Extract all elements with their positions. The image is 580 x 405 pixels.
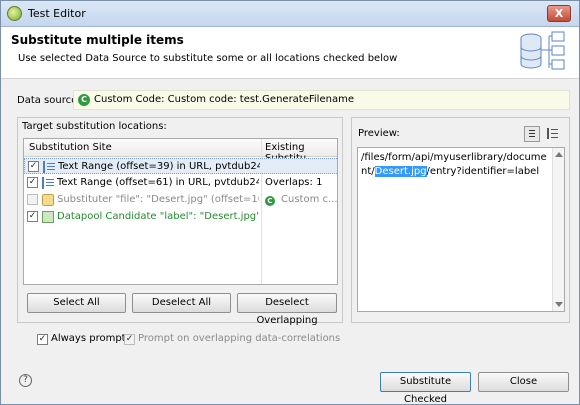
- deselect-overlapping-button[interactable]: Deselect Overlapping: [237, 293, 337, 326]
- prompt-overlapping-checkbox[interactable]: ✓: [124, 334, 135, 345]
- preview-label: Preview:: [358, 128, 400, 139]
- close-button[interactable]: Close: [478, 372, 569, 392]
- substitution-site-cell: Text Range (offset=39) in URL, pvtdub245…: [58, 161, 260, 172]
- help-icon[interactable]: ?: [19, 374, 32, 387]
- prompt-overlapping-label: Prompt on overlapping data-correlations: [138, 333, 341, 344]
- always-prompt-option[interactable]: ✓ Always prompt: [37, 333, 126, 347]
- preview-text-area[interactable]: /files/form/api/myuserlibrary/document/D…: [357, 147, 565, 312]
- datapool-icon: [42, 211, 54, 223]
- preview-highlight: Desert.jpg: [374, 166, 427, 177]
- row-checkbox[interactable]: [27, 194, 38, 205]
- existing-substitution-cell: C Custom c...: [265, 194, 337, 206]
- substitute-checked-button[interactable]: Substitute Checked: [380, 372, 471, 405]
- data-source-value: Custom Code: Custom code: test.GenerateF…: [94, 94, 354, 105]
- header-title: Substitute multiple items: [11, 33, 184, 47]
- app-icon: [7, 6, 22, 21]
- dialog-header: Substitute multiple items Use selected D…: [1, 27, 579, 79]
- data-source-label: Data source:: [17, 95, 81, 106]
- table-row[interactable]: ✓ Text Range (offset=39) in URL, pvtdub2…: [24, 158, 337, 174]
- always-prompt-label: Always prompt: [51, 333, 126, 344]
- table-row[interactable]: ✓ Datapool Candidate "label": "Desert.jp…: [24, 209, 337, 225]
- substituter-icon: [42, 194, 54, 206]
- scroll-up-arrow-icon[interactable]: [555, 152, 563, 157]
- substitution-site-cell: Text Range (offset=61) in URL, pvtdub245…: [57, 177, 259, 188]
- data-source-field[interactable]: C Custom Code: Custom code: test.Generat…: [73, 90, 570, 110]
- column-substitution-site[interactable]: Substitution Site: [29, 142, 112, 153]
- custom-code-icon: C: [78, 94, 90, 106]
- custom-code-icon: C: [265, 196, 275, 206]
- test-editor-dialog: Test Editor X Substitute multiple items …: [0, 0, 580, 405]
- table-header: Substitution Site Existing Substitu...: [24, 139, 337, 164]
- select-all-button[interactable]: Select All: [27, 293, 126, 313]
- substitution-site-cell: Substituter "file": "Desert.jpg" (offset…: [57, 194, 259, 205]
- substitution-site-cell: Datapool Candidate "label": "Desert.jpg"…: [57, 211, 259, 222]
- table-row[interactable]: Substituter "file": "Desert.jpg" (offset…: [24, 192, 337, 208]
- existing-substitution-cell: Overlaps: 1: [265, 177, 323, 188]
- row-checkbox[interactable]: ✓: [28, 161, 39, 172]
- preview-text-after: /entry?identifier=label: [426, 166, 540, 177]
- tree-view-icon[interactable]: [546, 127, 560, 141]
- deselect-all-button[interactable]: Deselect All: [132, 293, 231, 313]
- substitution-table[interactable]: Substitution Site Existing Substitu... ✓…: [23, 138, 338, 285]
- window-title: Test Editor: [28, 7, 86, 20]
- prompt-overlapping-option[interactable]: ✓ Prompt on overlapping data-correlation…: [124, 333, 340, 347]
- target-locations-label: Target substitution locations:: [22, 121, 167, 132]
- text-range-icon: [42, 177, 54, 189]
- preview-group: Preview: /files/form/api/myuserlibrary/d…: [351, 117, 570, 323]
- database-icon: [520, 31, 565, 70]
- header-description: Use selected Data Source to substitute s…: [18, 53, 398, 64]
- preview-scrollbar[interactable]: [552, 148, 564, 311]
- plain-view-icon[interactable]: [524, 126, 540, 142]
- preview-content: /files/form/api/myuserlibrary/document/D…: [361, 151, 551, 179]
- table-row[interactable]: ✓ Text Range (offset=61) in URL, pvtdub2…: [24, 175, 337, 191]
- existing-substitution-text: Custom c...: [281, 194, 337, 205]
- text-range-icon: [43, 161, 55, 173]
- row-checkbox[interactable]: ✓: [27, 177, 38, 188]
- scroll-down-arrow-icon[interactable]: [555, 302, 563, 307]
- window-close-button[interactable]: X: [547, 5, 571, 22]
- always-prompt-checkbox[interactable]: ✓: [37, 334, 48, 345]
- target-locations-group: Target substitution locations: Substitut…: [17, 117, 343, 326]
- title-bar: Test Editor X: [1, 1, 579, 27]
- row-checkbox[interactable]: ✓: [27, 211, 38, 222]
